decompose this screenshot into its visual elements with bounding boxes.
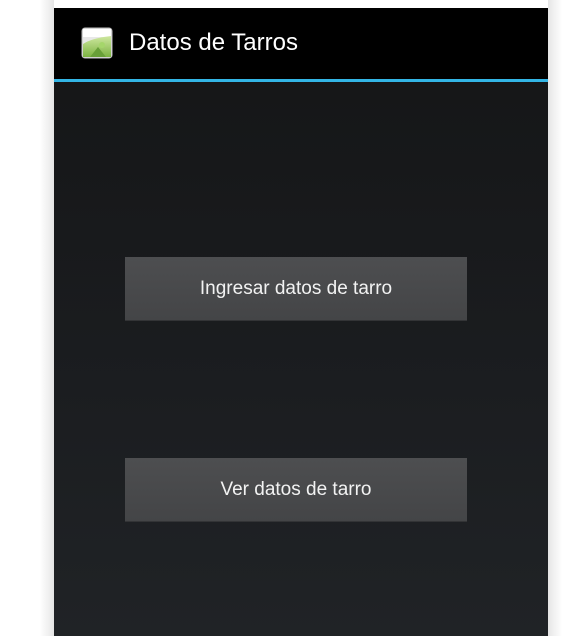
page: Datos de Tarros Ingresar datos de tarro … <box>0 0 572 636</box>
ingresar-datos-button[interactable]: Ingresar datos de tarro <box>125 257 467 321</box>
action-bar-divider <box>54 79 548 82</box>
ver-datos-label: Ver datos de tarro <box>220 478 372 500</box>
device-shadow-left <box>40 0 54 636</box>
app-title: Datos de Tarros <box>129 29 298 56</box>
android-app-icon[interactable] <box>80 26 114 60</box>
action-bar: Datos de Tarros <box>54 8 548 79</box>
device-shadow-right <box>548 0 562 636</box>
ingresar-datos-label: Ingresar datos de tarro <box>199 277 393 299</box>
phone-screen: Datos de Tarros Ingresar datos de tarro … <box>54 8 548 636</box>
ver-datos-button[interactable]: Ver datos de tarro <box>125 458 467 522</box>
